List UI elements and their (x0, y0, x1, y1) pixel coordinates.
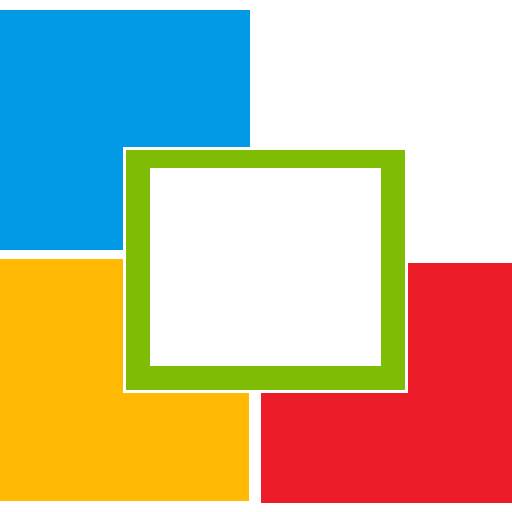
logo-canvas (0, 0, 512, 512)
green-frame-icon (126, 150, 405, 390)
